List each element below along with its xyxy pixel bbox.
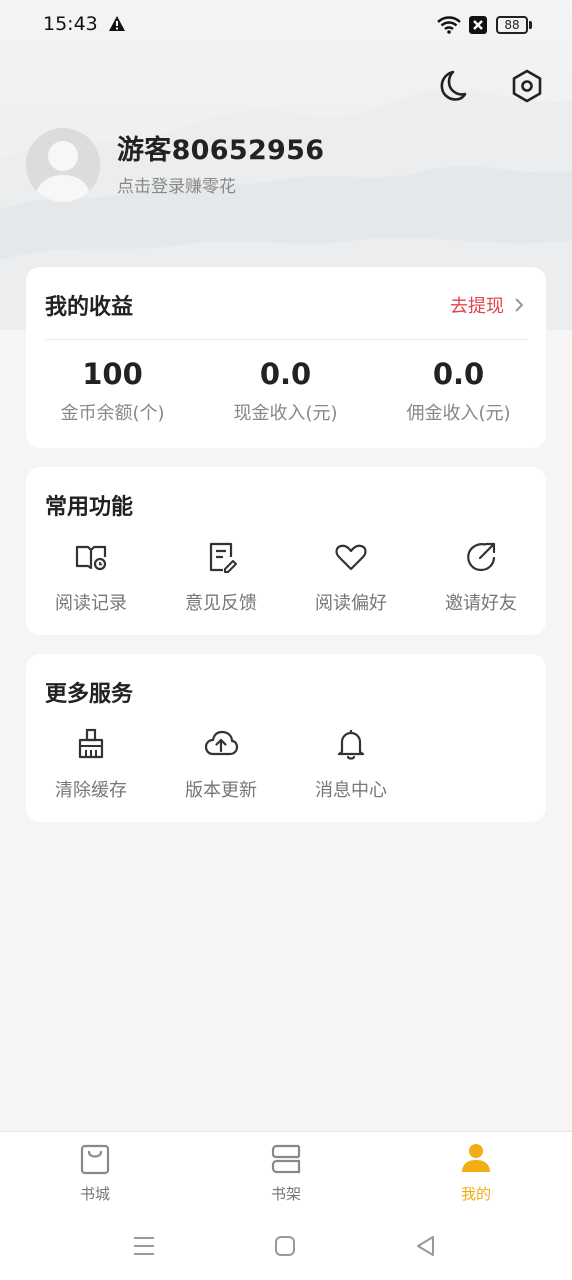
battery-level: 88 [496,16,528,34]
night-mode-moon-icon[interactable] [433,68,469,104]
menu-icon[interactable] [131,1233,157,1259]
clear-cache-button[interactable]: 清除缓存 [26,726,156,802]
func-label: 阅读记录 [55,593,127,614]
func-label: 意见反馈 [185,593,257,614]
status-time: 15:43 [43,13,98,35]
reading-preference-button[interactable]: 阅读偏好 [286,539,416,615]
feedback-button[interactable]: 意见反馈 [156,539,286,615]
bookshelf-icon [271,1144,301,1174]
earnings-card: 我的收益 去提现 100 金币余额(个) 0.0 现金收入(元) 0.0 佣金收… [26,267,546,448]
settings-gear-icon[interactable] [509,68,545,104]
more-services-card: 更多服务 清除缓存 版本更新 消息中心 [26,654,546,822]
battery-indicator: 88 [496,16,532,34]
stat-label: 佣金收入(元) [406,403,511,424]
avatar[interactable] [26,128,100,202]
bottom-navigation: 书城 书架 我的 [0,1131,572,1213]
withdraw-label: 去提现 [450,296,504,317]
default-avatar-icon [26,128,100,202]
earnings-title: 我的收益 [45,295,134,320]
reading-history-button[interactable]: 阅读记录 [26,539,156,615]
reading-history-icon [75,545,107,571]
withdraw-link[interactable]: 去提现 [450,292,524,318]
chevron-right-icon [515,298,524,312]
more-services-title: 更多服务 [45,682,134,707]
nav-label: 书架 [270,1185,301,1203]
invite-friends-button[interactable]: 邀请好友 [416,539,546,615]
func-label: 消息中心 [315,780,387,801]
coin-balance-stat[interactable]: 100 金币余额(个) [26,357,199,425]
stat-value: 0.0 [432,357,485,391]
func-label: 清除缓存 [55,780,127,801]
nav-bookstore[interactable]: 书城 [45,1142,145,1204]
common-functions-card: 常用功能 阅读记录 意见反馈 阅读偏好 邀请好友 [26,467,546,635]
broom-icon [78,728,104,759]
login-hint[interactable]: 点击登录赚零花 [117,172,236,197]
bag-icon [80,1144,110,1175]
share-icon [467,542,496,572]
divider [44,339,528,340]
system-navigation-bar [0,1213,572,1280]
commission-income-stat[interactable]: 0.0 佣金收入(元) [372,357,545,425]
stat-value: 0.0 [259,357,312,391]
message-center-button[interactable]: 消息中心 [286,726,416,802]
person-icon [462,1144,490,1172]
nav-label: 书城 [79,1185,110,1203]
feedback-icon [209,542,237,573]
cash-income-stat[interactable]: 0.0 现金收入(元) [199,357,372,425]
warning-icon [109,16,125,31]
stat-label: 金币余额(个) [60,403,165,424]
back-triangle-icon[interactable] [413,1233,439,1259]
func-label: 版本更新 [185,780,257,801]
heart-icon [335,544,367,571]
nav-mine[interactable]: 我的 [426,1142,526,1204]
no-sim-icon [469,16,487,34]
func-label: 阅读偏好 [315,593,387,614]
stat-label: 现金收入(元) [233,403,338,424]
version-update-button[interactable]: 版本更新 [156,726,286,802]
username[interactable]: 游客80652956 [117,128,324,167]
cloud-upload-icon [204,730,239,756]
stat-value: 100 [82,357,143,391]
bell-icon [337,730,365,760]
common-functions-title: 常用功能 [45,495,134,520]
profile-screen: 15:43 88 游客80652956 点击登录赚零花 我的收益 去提现 100… [0,0,572,1280]
nav-bookshelf[interactable]: 书架 [236,1142,336,1204]
wifi-icon [437,16,461,34]
home-square-icon[interactable] [272,1233,298,1259]
func-label: 邀请好友 [445,593,517,614]
nav-label: 我的 [460,1185,491,1203]
status-bar: 15:43 88 [0,0,572,52]
